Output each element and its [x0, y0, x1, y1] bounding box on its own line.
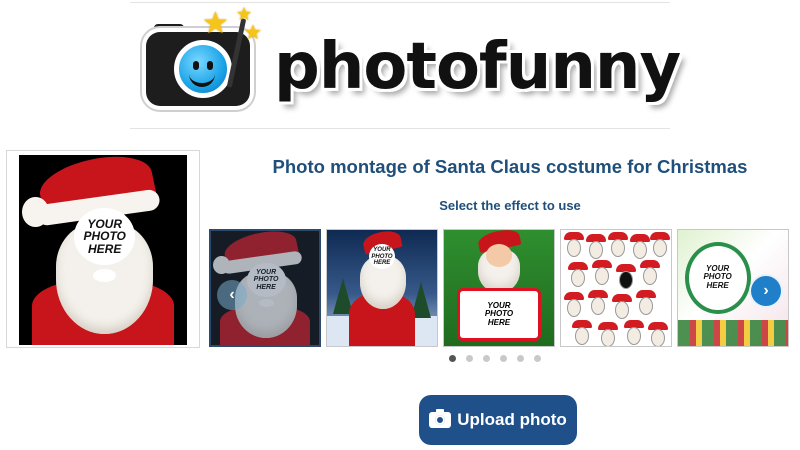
site-logo[interactable]: ★ ★ ★ photofunny — [140, 4, 681, 118]
carousel-pagination — [449, 355, 541, 362]
carousel-dot[interactable] — [483, 355, 490, 362]
carousel-next-button[interactable]: › — [751, 276, 781, 306]
camera-icon — [429, 409, 452, 428]
carousel-dot[interactable] — [517, 355, 524, 362]
smiley-lens-icon — [174, 40, 232, 98]
effect-preview: YOUR PHOTO HERE — [6, 150, 200, 348]
logo-text: photofunny — [274, 30, 681, 104]
photo-placeholder: YOUR PHOTO HERE — [74, 208, 135, 266]
star-icon: ★ — [244, 22, 262, 44]
star-icon: ★ — [202, 7, 229, 40]
top-divider — [130, 2, 670, 3]
effects-carousel: YOUR PHOTO HERE YOUR PHOTO HERE YOUR PHO… — [209, 229, 800, 351]
effect-thumbnail[interactable] — [560, 229, 672, 347]
carousel-prev-button[interactable]: ‹ — [217, 280, 247, 310]
chevron-right-icon: › — [763, 282, 769, 299]
carousel-dot[interactable] — [466, 355, 473, 362]
preview-image: YOUR PHOTO HERE — [19, 155, 187, 345]
carousel-dot[interactable] — [534, 355, 541, 362]
upload-photo-button[interactable]: Upload photo — [419, 395, 577, 445]
effect-select-label: Select the effect to use — [439, 198, 581, 213]
carousel-dot[interactable] — [500, 355, 507, 362]
upload-label: Upload photo — [457, 410, 567, 429]
carousel-dot[interactable] — [449, 355, 456, 362]
page-title: Photo montage of Santa Claus costume for… — [272, 156, 748, 177]
chevron-left-icon: ‹ — [229, 286, 235, 303]
bottom-divider — [130, 128, 670, 129]
effect-thumbnail[interactable]: YOUR PHOTO HERE — [326, 229, 438, 347]
effect-thumbnail[interactable]: YOUR PHOTO HERE — [443, 229, 555, 347]
